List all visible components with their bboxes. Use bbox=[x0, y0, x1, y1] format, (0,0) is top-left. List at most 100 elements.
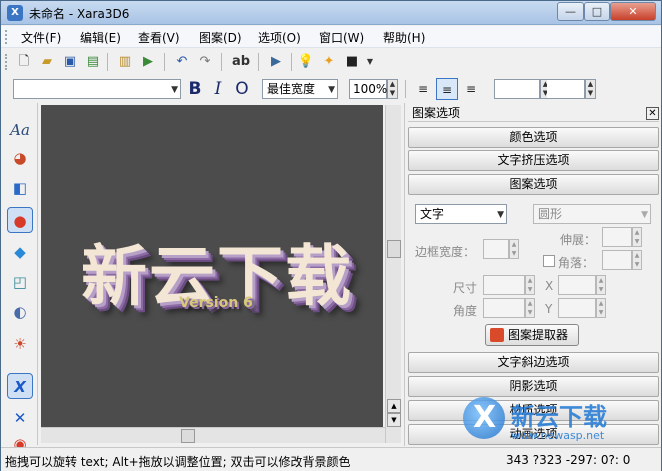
new-file-icon[interactable]: 🗋 bbox=[15, 53, 33, 71]
horizontal-scrollbar[interactable] bbox=[41, 427, 385, 443]
font-select[interactable]: ▼ bbox=[13, 79, 181, 99]
section-pattern-options[interactable]: 图案选项 bbox=[408, 174, 659, 195]
maximize-button[interactable]: □ bbox=[584, 2, 610, 21]
corner-stepper[interactable]: ▲ ▼ bbox=[632, 250, 642, 270]
zoom-field[interactable]: 100% bbox=[349, 79, 387, 99]
export-dropdown-icon[interactable]: ▼ bbox=[361, 53, 379, 71]
x-field[interactable] bbox=[558, 275, 596, 295]
width-select[interactable]: 最佳宽度 ▼ bbox=[262, 79, 338, 99]
spacing-stepper-b[interactable]: ▲ ▼ bbox=[585, 79, 596, 99]
pattern-extractor-button[interactable]: 图案提取器 bbox=[485, 324, 579, 346]
spellcheck-icon[interactable]: ab bbox=[230, 53, 252, 71]
menu-edit[interactable]: 编辑(E) bbox=[80, 29, 121, 46]
redo-icon[interactable]: ↷ bbox=[196, 53, 214, 71]
size-field[interactable] bbox=[483, 275, 525, 295]
extrude-icon[interactable]: ◧ bbox=[7, 175, 33, 201]
properties-icon[interactable]: ▥ bbox=[116, 53, 134, 71]
pattern-icon[interactable]: ● bbox=[7, 207, 33, 233]
scroll-thumb[interactable] bbox=[181, 429, 195, 443]
lighting-icon[interactable]: ☀ bbox=[7, 331, 33, 357]
section-shadow-options[interactable]: 阴影选项 bbox=[408, 376, 659, 397]
menu-file[interactable]: 文件(F) bbox=[21, 29, 61, 46]
export-icon[interactable]: ■ bbox=[343, 53, 361, 71]
menu-bar: 文件(F) 编辑(E) 查看(V) 图案(D) 选项(O) 窗口(W) 帮助(H… bbox=[1, 26, 661, 48]
toolbar-separator bbox=[258, 53, 259, 71]
corner-checkbox[interactable] bbox=[543, 255, 555, 267]
pattern-shape-select[interactable]: 圆形 ▼ bbox=[533, 204, 651, 224]
toolbar-separator bbox=[164, 53, 165, 71]
design-canvas[interactable]: 新云下载 Version 6 bbox=[41, 105, 383, 427]
pattern-type-select[interactable]: 文字 ▼ bbox=[415, 204, 507, 224]
spacing-field-a[interactable] bbox=[494, 79, 540, 99]
italic-button[interactable]: I bbox=[208, 79, 228, 99]
color-palette-icon[interactable]: ◕ bbox=[7, 145, 33, 171]
3d-version-text[interactable]: Version 6 bbox=[179, 295, 253, 311]
magic-wand-icon[interactable]: ✦ bbox=[320, 53, 338, 71]
x-stepper[interactable]: ▲ ▼ bbox=[596, 275, 606, 295]
menu-view[interactable]: 查看(V) bbox=[138, 29, 180, 46]
menu-help[interactable]: 帮助(H) bbox=[383, 29, 425, 46]
app-window: X 未命名 - Xara3D6 — □ ✕ 文件(F) 编辑(E) 查看(V) … bbox=[0, 0, 662, 471]
y-field[interactable] bbox=[558, 298, 596, 318]
xara-logo-icon[interactable]: X bbox=[7, 373, 33, 399]
watermark-title: 新云下载 bbox=[511, 403, 607, 431]
angle-field[interactable] bbox=[483, 298, 525, 318]
text-tool-icon[interactable]: Aa bbox=[7, 117, 33, 143]
align-center-button[interactable]: ≡ bbox=[436, 78, 458, 100]
section-bevel-options[interactable]: 文字斜边选项 bbox=[408, 352, 659, 373]
spacing-field-b[interactable] bbox=[547, 79, 585, 99]
close-icon[interactable]: ✕ bbox=[646, 107, 659, 120]
menu-grip-icon bbox=[5, 30, 8, 44]
width-select-value: 最佳宽度 bbox=[267, 82, 316, 96]
chevron-down-icon: ▼ bbox=[328, 85, 335, 95]
menu-window[interactable]: 窗口(W) bbox=[319, 29, 364, 46]
scroll-thumb[interactable] bbox=[387, 240, 401, 258]
close-button[interactable]: ✕ bbox=[610, 2, 656, 21]
left-toolbox: Aa ◕ ◧ ● ◆ ◰ ◐ ☀ X ✕ ◉ bbox=[1, 103, 38, 453]
status-message: 拖拽可以旋转 text; Alt+拖放以调整位置; 双击可以修改背景颜色 bbox=[5, 455, 351, 469]
light-bulb-icon[interactable]: 💡 bbox=[297, 53, 315, 71]
zoom-stepper[interactable]: ▲ ▼ bbox=[387, 79, 398, 99]
save-icon[interactable]: ▣ bbox=[61, 53, 79, 71]
bevel-icon[interactable]: ◆ bbox=[7, 239, 33, 265]
canvas-area: 新云下载 Version 6 ▲ ▼ bbox=[39, 103, 401, 446]
save-image-icon[interactable]: ▤ bbox=[84, 53, 102, 71]
section-color-options[interactable]: 颜色选项 bbox=[408, 127, 659, 148]
size-stepper[interactable]: ▲ ▼ bbox=[525, 275, 535, 295]
corner-label: 角落： bbox=[558, 256, 595, 270]
y-label: Y bbox=[545, 302, 553, 316]
menu-options[interactable]: 选项(O) bbox=[258, 29, 301, 46]
outline-button[interactable]: O bbox=[232, 79, 252, 99]
pattern-type-value: 文字 bbox=[420, 207, 445, 221]
edit-text-icon[interactable]: ▶ bbox=[139, 53, 157, 71]
app-icon: X bbox=[7, 5, 23, 21]
xara-logo-alt-icon[interactable]: ✕ bbox=[7, 405, 33, 431]
angle-label: 角度 bbox=[453, 304, 478, 318]
border-width-stepper[interactable]: ▲ ▼ bbox=[509, 239, 519, 259]
bold-button[interactable]: B bbox=[185, 79, 205, 99]
menu-design[interactable]: 图案(D) bbox=[199, 29, 242, 46]
open-folder-icon[interactable]: ▰ bbox=[38, 53, 56, 71]
size-label: 尺寸 bbox=[453, 281, 478, 295]
toolbar-separator bbox=[221, 53, 222, 71]
stretch-stepper[interactable]: ▲ ▼ bbox=[632, 227, 642, 247]
play-animation-icon[interactable]: ▶ bbox=[267, 53, 285, 71]
section-extrude-options[interactable]: 文字挤压选项 bbox=[408, 150, 659, 171]
vertical-scrollbar[interactable]: ▲ ▼ bbox=[385, 105, 401, 443]
y-stepper[interactable]: ▲ ▼ bbox=[596, 298, 606, 318]
stretch-label: 伸展： bbox=[560, 233, 597, 247]
border-width-label: 边框宽度： bbox=[415, 245, 476, 259]
align-right-button[interactable]: ≡ bbox=[460, 78, 482, 100]
minimize-button[interactable]: — bbox=[557, 2, 584, 21]
texture-icon[interactable]: ◐ bbox=[7, 299, 33, 325]
shapes-icon[interactable]: ◰ bbox=[7, 269, 33, 295]
align-left-button[interactable]: ≡ bbox=[412, 78, 434, 100]
border-width-field[interactable] bbox=[483, 239, 509, 259]
chevron-down-icon: ▼ bbox=[641, 210, 648, 220]
angle-stepper[interactable]: ▲ ▼ bbox=[525, 298, 535, 318]
scroll-up-icon[interactable]: ▲ bbox=[387, 399, 401, 413]
undo-icon[interactable]: ↶ bbox=[173, 53, 191, 71]
corner-field[interactable] bbox=[602, 250, 632, 270]
stretch-field[interactable] bbox=[602, 227, 632, 247]
scroll-down-icon[interactable]: ▼ bbox=[387, 413, 401, 427]
